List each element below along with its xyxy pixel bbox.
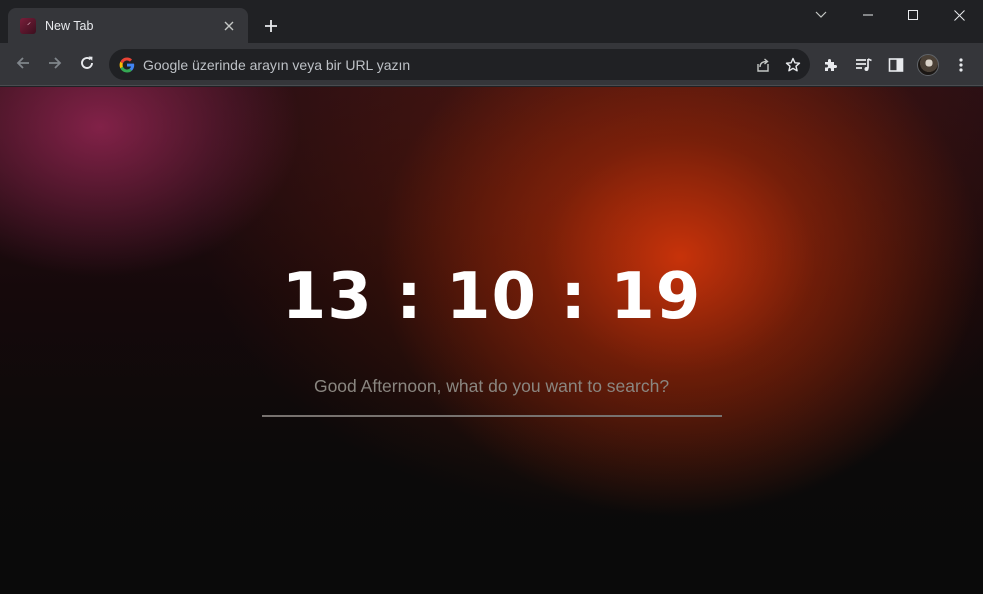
tab-search-chevron-icon[interactable] [798,0,844,30]
maximize-button[interactable] [890,0,936,30]
tab-favicon-icon: ᐟ [20,17,36,34]
search-input[interactable] [262,415,722,417]
profile-avatar[interactable] [917,54,939,76]
address-bar-placeholder: Google üzerinde arayın veya bir URL yazı… [143,56,411,73]
media-queue-icon[interactable] [850,51,878,79]
minimize-button[interactable] [845,0,891,30]
google-logo-icon [119,57,135,73]
new-tab-page: 13 : 10 : 19 Good Afternoon, what do you… [0,87,983,594]
title-bar: ᐟ New Tab [0,0,983,43]
close-window-button[interactable] [936,0,982,30]
star-icon[interactable] [780,52,806,78]
arrow-right-icon [47,55,63,76]
back-button[interactable] [9,51,37,79]
puzzle-icon[interactable] [817,51,845,79]
tab-close-icon[interactable] [220,17,238,35]
new-tab-button[interactable] [259,14,283,38]
reload-button[interactable] [73,51,101,79]
tab-new-tab[interactable]: ᐟ New Tab [8,8,248,43]
share-icon[interactable] [750,52,776,78]
forward-button[interactable] [41,51,69,79]
kebab-menu-icon[interactable] [947,51,975,79]
clock-display: 13 : 10 : 19 [281,260,702,334]
search-greeting: Good Afternoon, what do you want to sear… [313,376,670,396]
address-bar[interactable]: Google üzerinde arayın veya bir URL yazı… [109,49,810,80]
toolbar: Google üzerinde arayın veya bir URL yazı… [0,43,983,86]
side-panel-icon[interactable] [882,51,910,79]
tab-title: New Tab [45,18,94,33]
arrow-left-icon [15,55,31,76]
reload-icon [79,55,95,76]
